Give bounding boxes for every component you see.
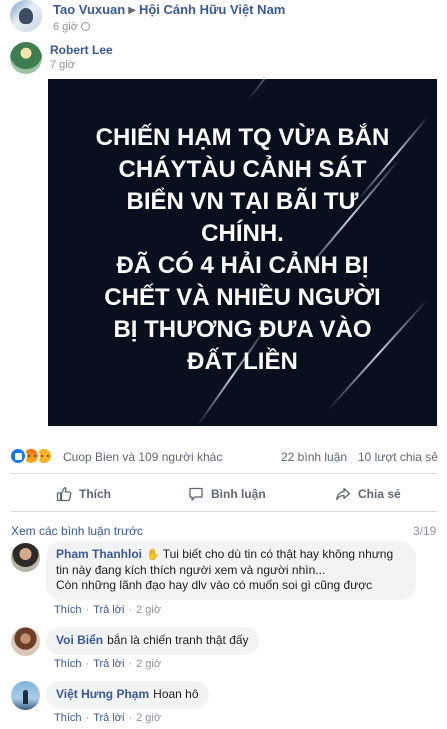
hand-badge-icon: ✋ (146, 549, 160, 561)
comment-page-count: 3/19 (413, 524, 437, 538)
arrow-right-icon: ▶ (128, 5, 136, 16)
share-button[interactable]: Chia sẻ (335, 484, 401, 504)
author-name[interactable]: Tao Vuxuan (53, 2, 125, 17)
thumbs-up-icon (56, 487, 72, 502)
image-caption: CHIẾN HẠM TQ VỪA BẮN CHÁYTÀU CẢNH SÁT BI… (48, 122, 437, 378)
divider (10, 473, 437, 474)
comment-time[interactable]: 2 giờ (136, 712, 161, 724)
comment-bubble: Pham Thanhloi ✋ Tui biết cho dù tin có thậ… (46, 541, 416, 600)
shared-author-avatar[interactable] (10, 42, 42, 74)
post-time[interactable]: 6 giờ (53, 21, 90, 33)
commenter-name[interactable]: Việt Hưng Phạm (56, 687, 149, 701)
image-text-line: CHÍNH. (201, 220, 284, 247)
light-streak (247, 79, 335, 101)
comment-time[interactable]: 2 giờ (136, 604, 161, 616)
share-arrow-icon (336, 487, 351, 501)
shared-author-name[interactable]: Robert Lee (50, 43, 113, 57)
comment-actions: Thích · Trả lời · 2 giờ (54, 604, 162, 616)
comment-like-link[interactable]: Thích (54, 712, 82, 724)
comment-reply-link[interactable]: Trả lời (93, 658, 124, 670)
share-count[interactable]: 10 lượt chia sẻ (358, 450, 438, 464)
group-name[interactable]: Hội Cánh Hữu Việt Nam (139, 2, 285, 17)
globe-icon (80, 22, 90, 31)
comment-time[interactable]: 2 giờ (136, 658, 161, 670)
comment-bubble: Voi Biển bắn là chiến tranh thật đấy (46, 627, 259, 655)
view-previous-comments[interactable]: Xem các bình luận trước (11, 524, 143, 538)
like-icon[interactable] (9, 447, 27, 465)
comment-reply-link[interactable]: Trả lời (93, 604, 124, 616)
post-header-line: Tao Vuxuan ▶ Hội Cánh Hữu Việt Nam (53, 2, 285, 17)
comment-button[interactable]: Bình luận (188, 484, 266, 504)
image-text-line: BỊ THƯƠNG ĐƯA VÀO (113, 316, 372, 343)
comment-button-label: Bình luận (211, 487, 266, 501)
image-text-line: CHẾT VÀ NHIỀU NGƯỜI (104, 284, 381, 311)
commenter-name[interactable]: Pham Thanhloi (56, 547, 142, 561)
comment-count[interactable]: 22 bình luận (281, 450, 347, 464)
post-time-label: 6 giờ (53, 21, 78, 33)
comment-reply-link[interactable]: Trả lời (93, 712, 124, 724)
comment-actions: Thích · Trả lời · 2 giờ (54, 658, 162, 670)
like-button[interactable]: Thích (56, 484, 111, 504)
avatar[interactable] (11, 543, 40, 572)
comment-like-link[interactable]: Thích (54, 604, 82, 616)
comment-text: Hoan hô (153, 687, 199, 701)
like-button-label: Thích (79, 487, 111, 501)
comment-actions: Thích · Trả lời · 2 giờ (54, 712, 162, 724)
image-text-line: BIỂN VN TẠI BÃI TƯ (126, 188, 359, 215)
commenter-name[interactable]: Voi Biển (56, 633, 103, 647)
reaction-summary[interactable]: Cuop Bien và 109 người khác (63, 450, 222, 464)
image-text-line: ĐÃ CÓ 4 HẢI CẢNH BỊ (116, 252, 369, 279)
author-avatar[interactable] (10, 0, 42, 32)
comment-like-link[interactable]: Thích (54, 658, 82, 670)
avatar[interactable] (11, 681, 40, 710)
image-text-line: CHÁYTÀU CẢNH SÁT (118, 156, 367, 183)
shared-post-time[interactable]: 7 giờ (50, 59, 75, 71)
avatar[interactable] (11, 627, 40, 656)
post-image[interactable]: CHIẾN HẠM TQ VỪA BẮN CHÁYTÀU CẢNH SÁT BI… (48, 79, 437, 426)
image-text-line: ĐẤT LIỀN (187, 348, 298, 375)
comment-text: bắn là chiến tranh thật đấy (107, 633, 249, 647)
comment-icon (189, 487, 203, 501)
comment-bubble: Việt Hưng Phạm Hoan hô (46, 681, 209, 709)
share-button-label: Chia sẻ (358, 487, 401, 501)
image-text-line: CHIẾN HẠM TQ VỪA BẮN (95, 124, 390, 151)
divider (10, 511, 437, 512)
